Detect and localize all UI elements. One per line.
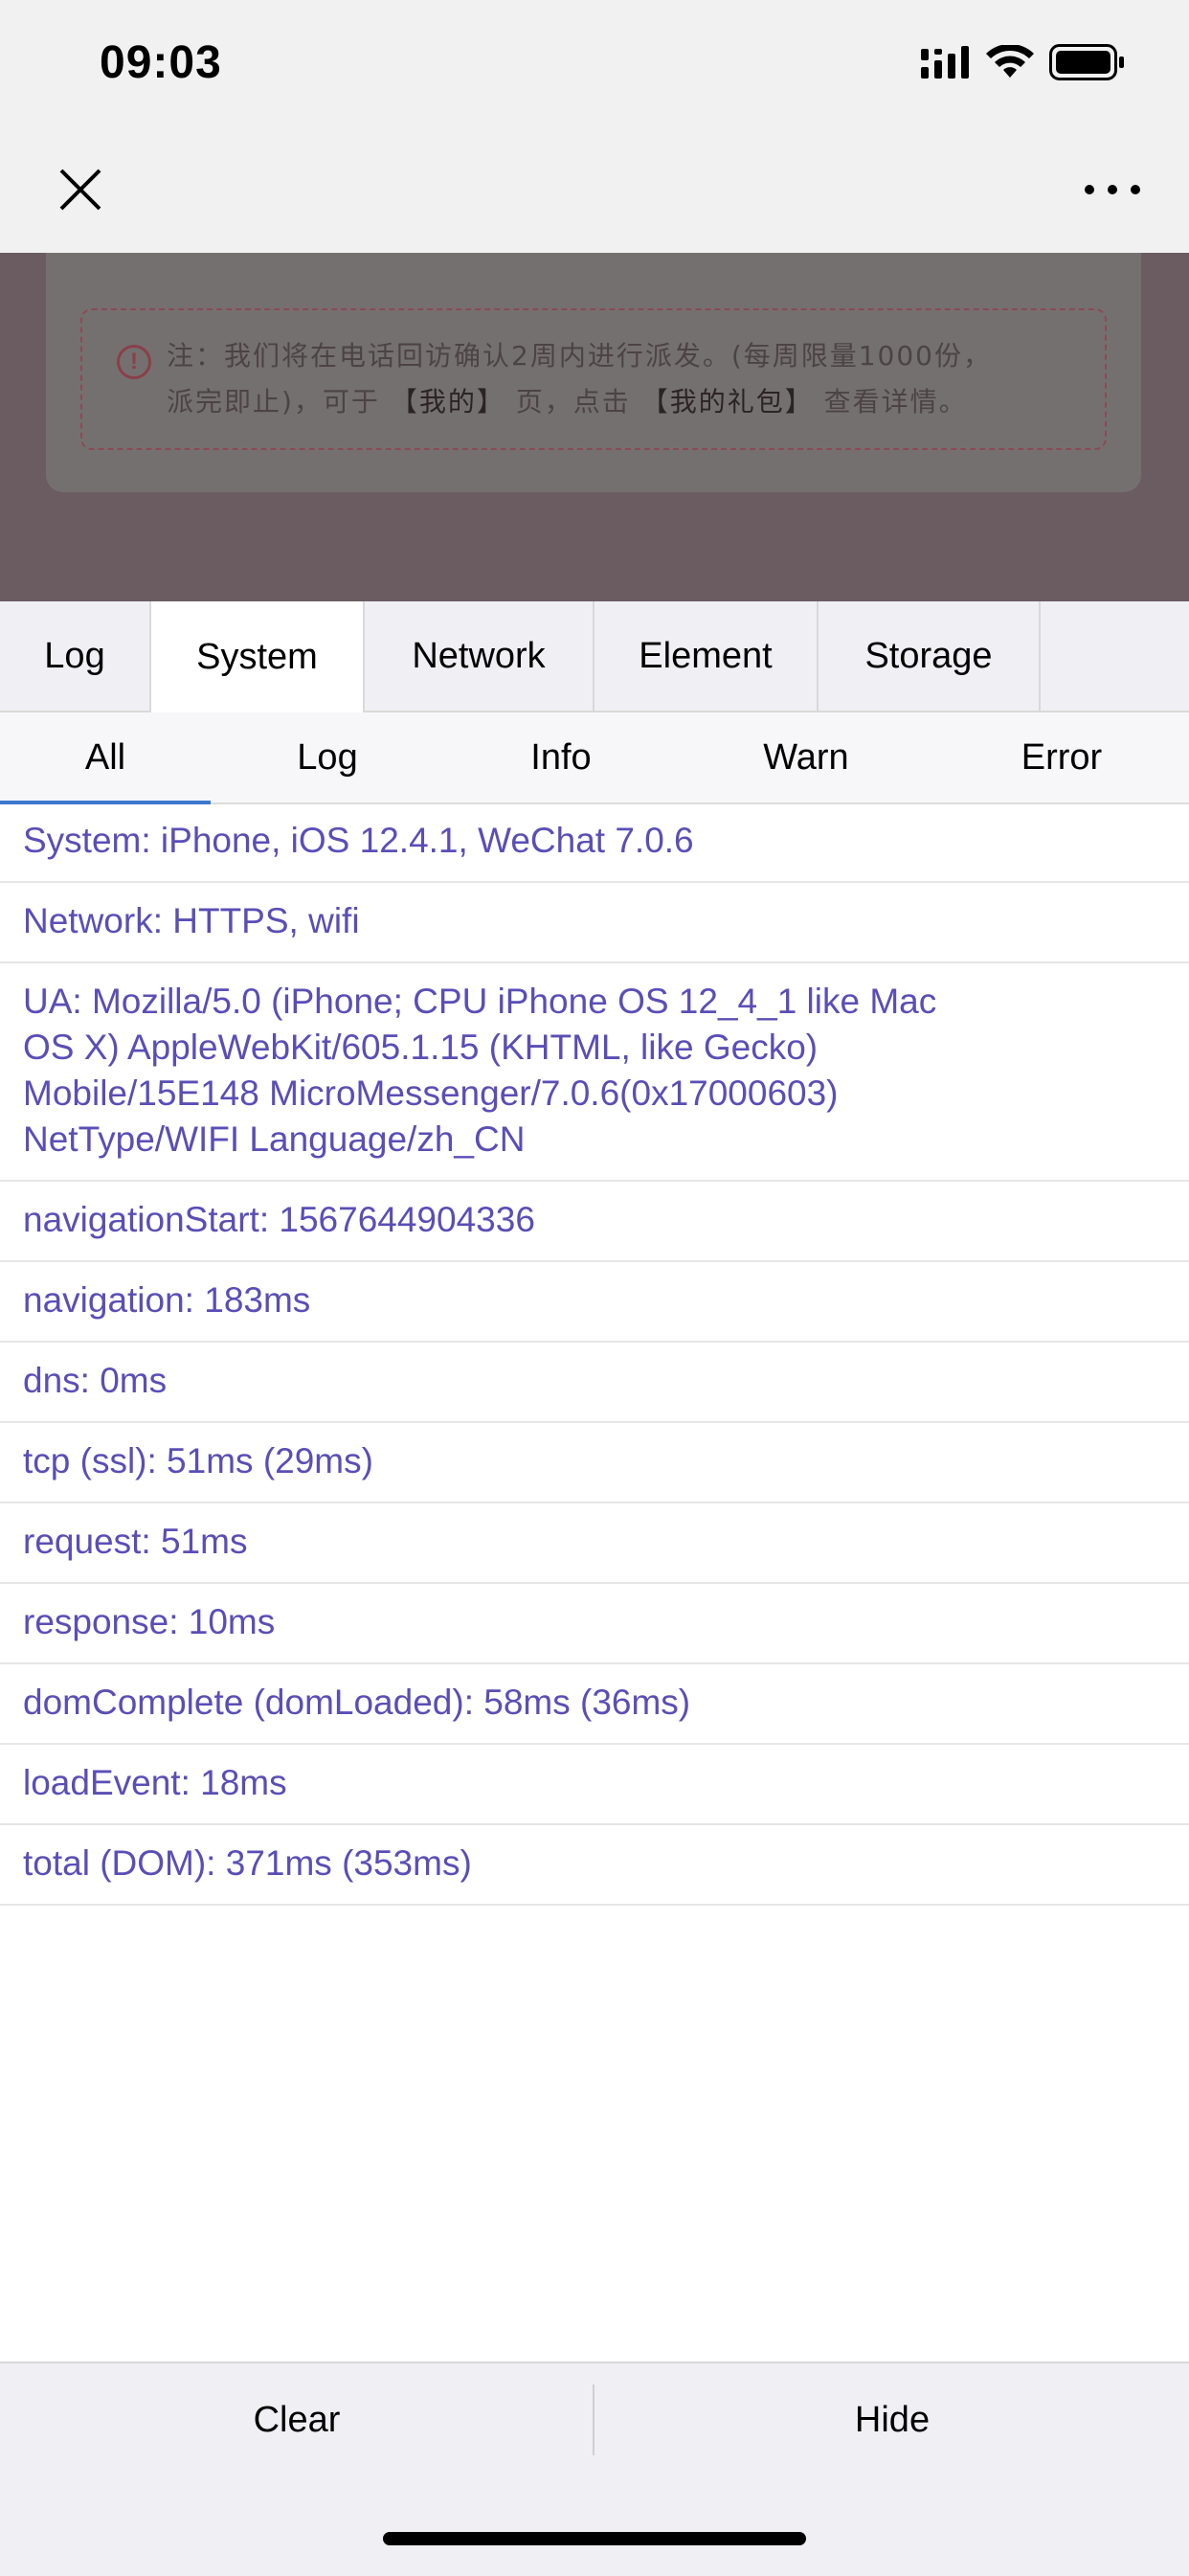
notice-my-link: 【我的】 xyxy=(390,386,505,418)
log-row-navigation-start: navigationStart: 1567644904336 xyxy=(0,1182,1189,1262)
notice-line1: 注：我们将在电话回访确认2周内进行派发。(每周限量1000份， xyxy=(167,340,992,372)
subtab-all[interactable]: All xyxy=(0,712,211,804)
signal-icon xyxy=(921,46,969,79)
log-row-dom-complete: domComplete (domLoaded): 58ms (36ms) xyxy=(0,1664,1189,1745)
log-row-dns: dns: 0ms xyxy=(0,1343,1189,1423)
log-list: System: iPhone, iOS 12.4.1, WeChat 7.0.6… xyxy=(0,802,1189,1906)
tab-system[interactable]: System xyxy=(151,601,365,712)
battery-icon xyxy=(1049,44,1124,80)
toolbar-divider xyxy=(593,2384,594,2455)
ua-line: NetType/WIFI Language/zh_CN xyxy=(23,1119,526,1159)
clear-button[interactable]: Clear xyxy=(0,2363,594,2476)
log-row-network: Network: HTTPS, wifi xyxy=(0,883,1189,963)
log-row-request: request: 51ms xyxy=(0,1503,1189,1584)
ua-line: OS X) AppleWebKit/605.1.15 (KHTML, like … xyxy=(23,1028,819,1067)
tab-log[interactable]: Log xyxy=(0,601,151,711)
alert-icon: ! xyxy=(117,345,151,379)
subtab-log[interactable]: Log xyxy=(211,712,444,802)
log-row-navigation: navigation: 183ms xyxy=(0,1262,1189,1343)
ua-line: Mobile/15E148 MicroMessenger/7.0.6(0x170… xyxy=(23,1073,839,1113)
log-row-total: total (DOM): 371ms (353ms) xyxy=(0,1825,1189,1906)
log-row-load-event: loadEvent: 18ms xyxy=(0,1745,1189,1825)
hide-button[interactable]: Hide xyxy=(595,2363,1189,2476)
subtab-info[interactable]: Info xyxy=(444,712,678,802)
notice-text: 注：我们将在电话回访确认2周内进行派发。(每周限量1000份， 派完即止)，可于… xyxy=(167,333,1086,425)
log-row-ua: UA: Mozilla/5.0 (iPhone; CPU iPhone OS 1… xyxy=(0,963,1189,1182)
tab-network[interactable]: Network xyxy=(365,601,594,711)
status-time: 09:03 xyxy=(100,37,222,88)
nav-bar xyxy=(0,134,1189,253)
main-tab-bar: Log System Network Element Storage xyxy=(0,601,1189,712)
more-icon[interactable] xyxy=(1078,170,1147,209)
log-row-tcp: tcp (ssl): 51ms (29ms) xyxy=(0,1423,1189,1503)
subtab-warn[interactable]: Warn xyxy=(678,712,934,802)
console-panel: Log System Network Element Storage All L… xyxy=(0,601,1189,2574)
log-row-response: response: 10ms xyxy=(0,1584,1189,1664)
home-indicator xyxy=(383,2532,806,2545)
notice-line2-c: 查看详情。 xyxy=(823,386,968,418)
subtab-error[interactable]: Error xyxy=(934,712,1189,802)
notice-box: ! 注：我们将在电话回访确认2周内进行派发。(每周限量1000份， 派完即止)，… xyxy=(80,308,1107,450)
tab-storage[interactable]: Storage xyxy=(819,601,1041,711)
sub-tab-bar: All Log Info Warn Error xyxy=(0,712,1189,804)
status-icons xyxy=(921,44,1126,80)
notice-line2-a: 派完即止)，可于 xyxy=(167,386,380,418)
log-row-system: System: iPhone, iOS 12.4.1, WeChat 7.0.6 xyxy=(0,802,1189,883)
notice-line2-b: 页，点击 xyxy=(515,386,631,418)
notice-gift-link: 【我的礼包】 xyxy=(640,386,814,418)
tab-element[interactable]: Element xyxy=(594,601,819,711)
ua-line: UA: Mozilla/5.0 (iPhone; CPU iPhone OS 1… xyxy=(23,982,937,1021)
wifi-icon xyxy=(986,45,1034,78)
close-icon[interactable] xyxy=(50,159,111,220)
status-bar: 09:03 xyxy=(0,0,1189,134)
